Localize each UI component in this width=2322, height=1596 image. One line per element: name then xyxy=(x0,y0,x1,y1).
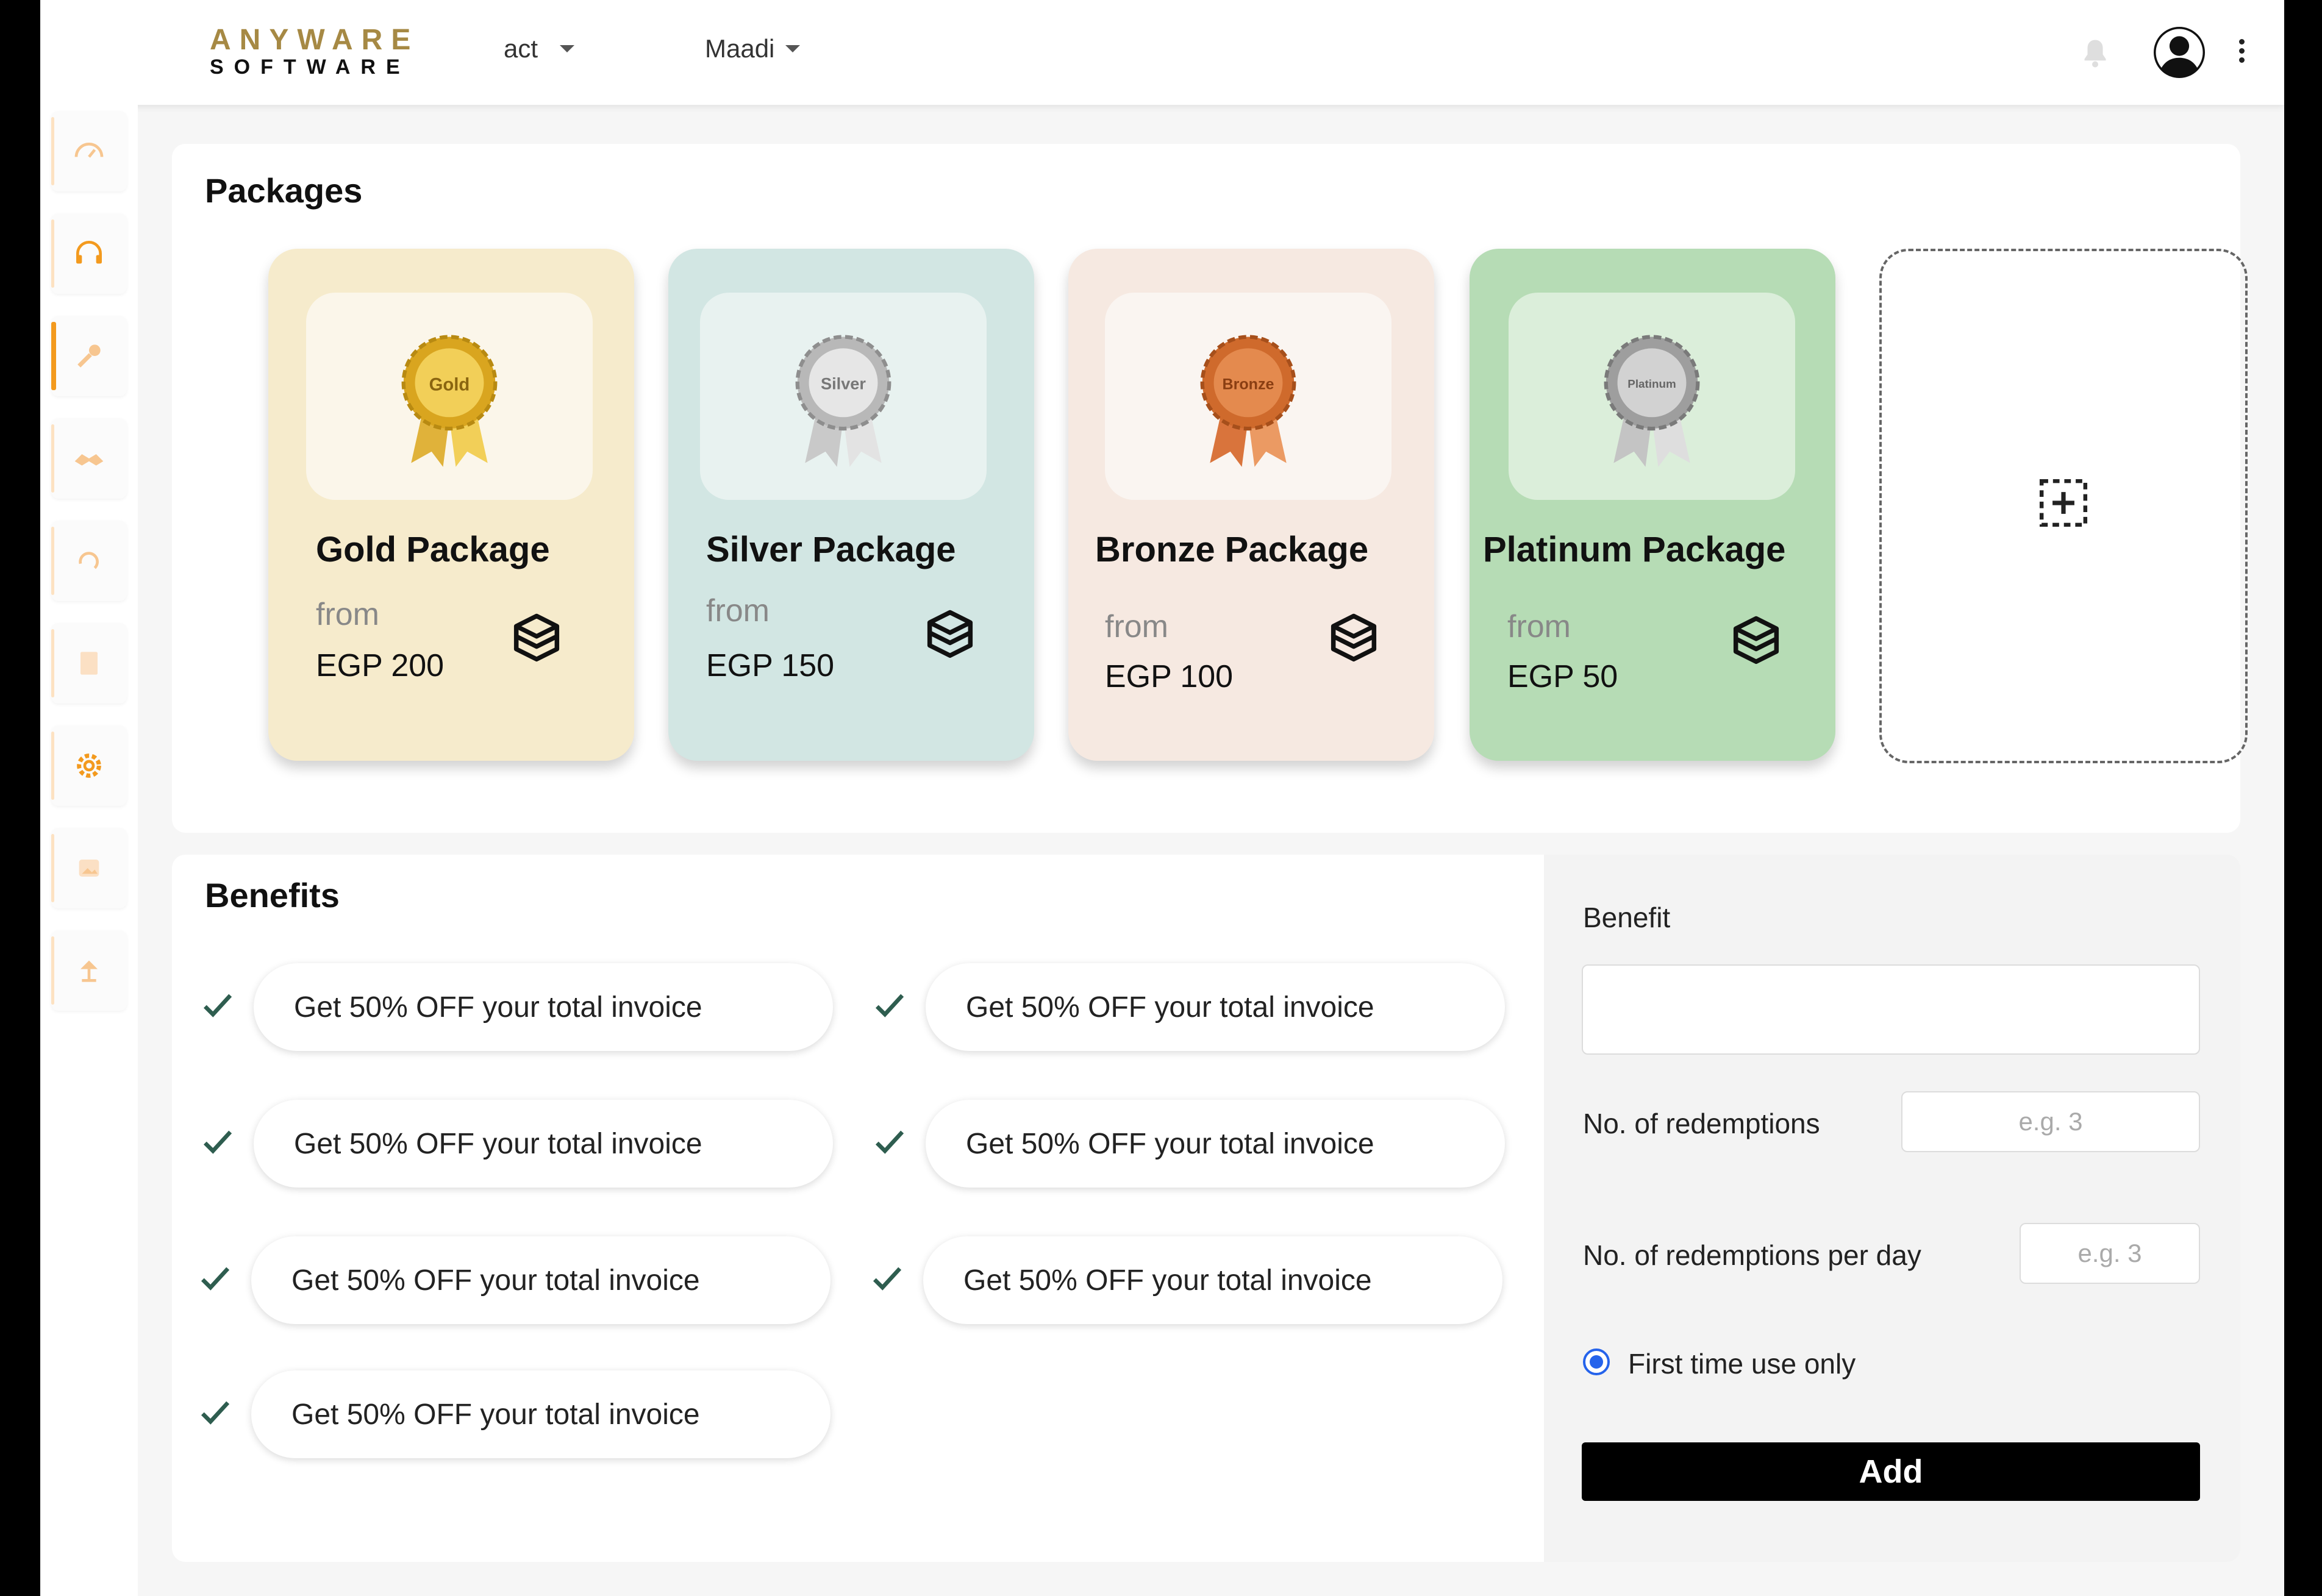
checkmark-icon xyxy=(201,1401,230,1425)
package-name: Gold Package xyxy=(316,530,550,569)
tools-icon xyxy=(77,344,101,368)
add-button[interactable]: Add xyxy=(1582,1442,2200,1501)
bell-icon[interactable] xyxy=(2077,35,2113,72)
packages-panel: Packages Gold Gold Package from EGP 200 xyxy=(172,144,2248,833)
package-from: from xyxy=(706,593,770,629)
redemptions-per-day-input[interactable] xyxy=(2020,1223,2200,1284)
platinum-medal-icon: Platinum xyxy=(1604,335,1700,467)
benefit-form: Benefit No. of redemptions No. of redemp… xyxy=(1544,855,2240,1562)
package-box-icon xyxy=(927,610,973,658)
package-card-platinum[interactable]: Platinum Platinum Package from EGP 50 xyxy=(1470,249,1835,761)
package-name: Bronze Package xyxy=(1095,530,1369,569)
first-time-label: First time use only xyxy=(1628,1348,1856,1380)
checkmark-icon xyxy=(875,994,904,1017)
sidebar-item-documents[interactable] xyxy=(51,623,127,704)
package-card-bronze[interactable]: Bronze Bronze Package from EGP 100 xyxy=(1068,249,1434,761)
account-select-value: act xyxy=(504,34,538,63)
benefit-pill: Get 50% OFF your total invoice xyxy=(926,1100,1505,1188)
checkmark-icon xyxy=(875,1130,904,1154)
app-frame: ANYWARE SOFTWARE act Maadi Packages Gold… xyxy=(40,0,2284,1596)
package-price: EGP 200 xyxy=(316,648,445,683)
sidebar-item-refresh[interactable] xyxy=(51,521,127,601)
redemptions-input[interactable] xyxy=(1901,1091,2200,1152)
package-box-icon xyxy=(1733,616,1779,664)
bronze-medal-icon: Bronze xyxy=(1200,335,1296,467)
add-package-icon xyxy=(2039,479,2088,527)
medal-frame: Silver xyxy=(700,293,987,500)
gold-medal-icon: Gold xyxy=(401,335,498,467)
top-header: ANYWARE SOFTWARE act Maadi xyxy=(40,0,2284,105)
package-from: from xyxy=(316,597,379,632)
chevron-down-icon xyxy=(785,45,801,52)
branch-select-value: Maadi xyxy=(705,34,775,63)
add-package-card[interactable] xyxy=(1879,249,2248,763)
package-name: Platinum Package xyxy=(1483,530,1786,569)
medal-label: Gold xyxy=(429,375,470,394)
packages-title: Packages xyxy=(205,171,363,210)
logo-bottom-text: SOFTWARE xyxy=(210,55,410,79)
benefit-pill: Get 50% OFF your total invoice xyxy=(254,963,833,1051)
benefits-panel: Benefits Get 50% OFF your total invoice … xyxy=(172,855,1544,1562)
checkmark-icon xyxy=(203,994,232,1017)
lamp-icon xyxy=(80,960,98,982)
settings-gear-icon xyxy=(77,753,101,778)
refresh-icon xyxy=(79,552,99,569)
sidebar-item-media[interactable] xyxy=(51,828,127,908)
first-time-radio[interactable] xyxy=(1583,1348,1610,1375)
package-price: EGP 100 xyxy=(1105,659,1234,694)
benefit-pill: Get 50% OFF your total invoice xyxy=(254,1100,833,1188)
sidebar-item-settings[interactable] xyxy=(51,725,127,806)
package-name: Silver Package xyxy=(706,530,956,569)
avatar-icon[interactable] xyxy=(2154,27,2205,78)
sidebar-item-partners[interactable] xyxy=(51,418,127,499)
checkmark-icon xyxy=(873,1267,902,1291)
medal-label: Platinum xyxy=(1627,377,1676,390)
image-icon xyxy=(79,860,99,877)
checkmark-icon xyxy=(201,1267,230,1291)
benefit-input[interactable] xyxy=(1582,964,2200,1055)
branch-select[interactable]: Maadi xyxy=(705,34,801,63)
silver-medal-icon: Silver xyxy=(795,335,891,467)
chevron-down-icon xyxy=(560,45,575,52)
benefit-pill: Get 50% OFF your total invoice xyxy=(926,963,1505,1051)
package-card-silver[interactable]: Silver Silver Package from EGP 150 xyxy=(668,249,1034,761)
medal-frame: Bronze xyxy=(1105,293,1391,500)
redemptions-label: No. of redemptions xyxy=(1583,1108,1820,1139)
headset-icon xyxy=(76,241,102,264)
package-price: EGP 150 xyxy=(706,648,835,683)
sidebar-item-dashboard[interactable] xyxy=(51,111,127,191)
logo-top-text: ANYWARE xyxy=(210,24,420,56)
medal-label: Silver xyxy=(821,374,866,393)
account-select[interactable]: act xyxy=(504,34,575,63)
medal-frame: Gold xyxy=(306,293,593,500)
sidebar-item-lamp[interactable] xyxy=(51,930,127,1011)
benefit-pill: Get 50% OFF your total invoice xyxy=(923,1236,1502,1324)
sidebar xyxy=(40,105,138,1596)
checkmark-icon xyxy=(203,1130,232,1154)
redemptions-per-day-label: No. of redemptions per day xyxy=(1583,1239,1921,1271)
benefit-pill: Get 50% OFF your total invoice xyxy=(251,1370,831,1458)
medal-label: Bronze xyxy=(1223,376,1274,393)
package-from: from xyxy=(1507,609,1571,644)
package-box-icon xyxy=(513,613,560,662)
sidebar-item-support[interactable] xyxy=(51,213,127,294)
package-box-icon xyxy=(1331,613,1377,662)
benefit-pill: Get 50% OFF your total invoice xyxy=(251,1236,831,1324)
package-card-gold[interactable]: Gold Gold Package from EGP 200 xyxy=(268,249,634,761)
package-price: EGP 50 xyxy=(1507,659,1618,694)
benefit-label: Benefit xyxy=(1583,902,1671,933)
benefits-title: Benefits xyxy=(205,876,340,914)
dashboard-gauge-icon xyxy=(74,143,104,158)
company-logo[interactable]: ANYWARE SOFTWARE xyxy=(210,24,420,79)
sidebar-item-tools[interactable] xyxy=(51,316,127,396)
package-from: from xyxy=(1105,609,1168,644)
medal-frame: Platinum xyxy=(1509,293,1795,500)
kebab-menu-icon[interactable] xyxy=(2235,39,2248,68)
document-icon xyxy=(80,652,98,675)
handshake-icon xyxy=(74,454,104,466)
